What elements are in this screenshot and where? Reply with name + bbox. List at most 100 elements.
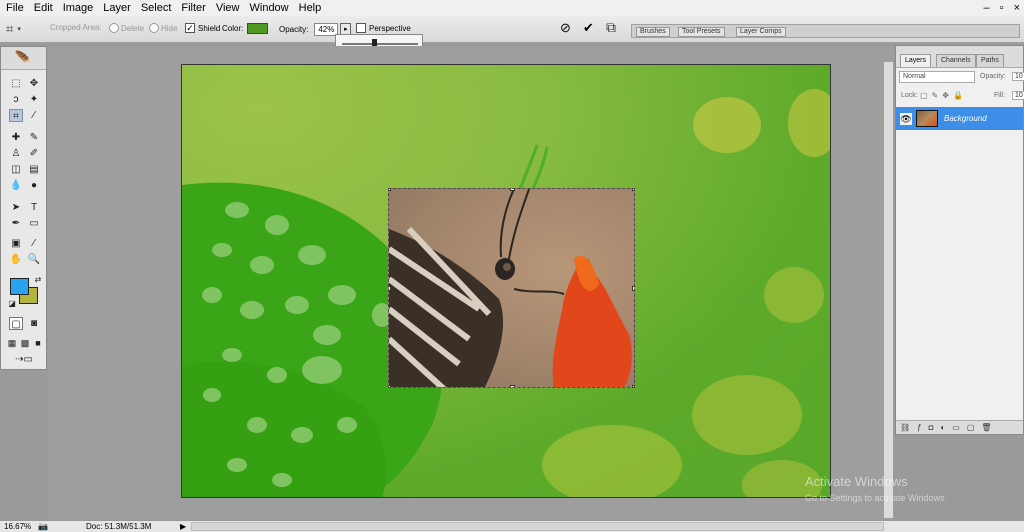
layers-panel-tabs: Layers Channels Paths xyxy=(896,46,1023,68)
tab-layers[interactable]: Layers xyxy=(900,54,932,67)
horizontal-scrollbar[interactable] xyxy=(191,522,884,531)
crop-selection[interactable] xyxy=(388,188,635,388)
well-tab-layer-comps[interactable]: Layer Comps xyxy=(736,27,786,37)
well-tab-tool-presets[interactable]: Tool Presets xyxy=(678,27,725,37)
marquee-tool-icon[interactable]: ⬚ xyxy=(9,77,23,90)
shield-label: Shield xyxy=(198,23,221,33)
lasso-tool-icon[interactable]: ↄ xyxy=(9,93,23,106)
menu-image[interactable]: Image xyxy=(58,0,99,16)
close-button[interactable]: × xyxy=(1014,0,1020,16)
tab-paths[interactable]: Paths xyxy=(976,54,1004,67)
move-tool-icon[interactable]: ✥ xyxy=(27,77,41,90)
history-brush-tool-icon[interactable]: ✐ xyxy=(27,147,41,160)
eyedropper-tool-icon[interactable]: ⁄ xyxy=(27,237,41,250)
hand-tool-icon[interactable]: ✋ xyxy=(9,253,23,266)
crop-handle-r[interactable] xyxy=(632,286,634,291)
vertical-scrollbar[interactable] xyxy=(884,62,893,518)
visibility-eye-icon[interactable]: 👁 xyxy=(900,113,912,125)
crop-tool-preset-icon[interactable]: ⌗ ▾ xyxy=(6,21,21,37)
status-menu-arrow-icon[interactable]: ▶ xyxy=(180,521,186,532)
restore-button[interactable]: ▫ xyxy=(1000,0,1004,16)
window-controls: – ▫ × xyxy=(984,0,1020,16)
new-group-icon[interactable]: ▭ xyxy=(952,423,960,432)
menu-help[interactable]: Help xyxy=(294,0,327,16)
fill-label: Fill: xyxy=(994,92,1005,99)
menu-filter[interactable]: Filter xyxy=(176,0,210,16)
menu-layer[interactable]: Layer xyxy=(98,0,136,16)
crop-handle-b[interactable] xyxy=(510,385,515,387)
default-colors-icon[interactable]: ◪ xyxy=(5,297,19,310)
crop-handle-bl[interactable] xyxy=(389,385,391,387)
screen-mode-full-menu-icon[interactable]: ▩ xyxy=(18,337,32,350)
delete-layer-icon[interactable]: 🗑 xyxy=(981,423,991,432)
layer-row-background[interactable]: 👁 Background xyxy=(896,107,1023,130)
adjustment-layer-icon[interactable]: ◐ xyxy=(940,423,945,432)
zoom-tool-icon[interactable]: 🔍 xyxy=(27,253,41,266)
standard-mode-icon[interactable]: ▢ xyxy=(9,317,23,330)
layer-mask-icon[interactable]: ◘ xyxy=(929,423,934,432)
crop-handle-l[interactable] xyxy=(389,286,391,291)
layer-style-icon[interactable]: ƒ xyxy=(917,423,921,432)
type-tool-icon[interactable]: T xyxy=(27,201,41,214)
menu-window[interactable]: Window xyxy=(245,0,294,16)
perspective-checkbox[interactable] xyxy=(356,23,366,33)
blend-mode-select[interactable]: Normal xyxy=(899,71,975,83)
zoom-level[interactable]: 16.67% xyxy=(4,521,31,532)
tab-channels[interactable]: Channels xyxy=(936,54,976,67)
cropped-area-label: Cropped Area: xyxy=(50,23,102,32)
delete-radio[interactable] xyxy=(109,23,119,33)
fill-field[interactable]: 10 xyxy=(1012,91,1024,100)
crop-handle-t[interactable] xyxy=(510,189,515,191)
link-layers-icon[interactable]: ⛓ xyxy=(900,423,910,432)
new-layer-icon[interactable]: ▢ xyxy=(967,423,975,432)
commit-crop-icon[interactable]: ✔ xyxy=(583,20,594,36)
hide-option[interactable]: Hide xyxy=(149,23,177,33)
perspective-option[interactable]: Perspective xyxy=(356,23,411,33)
layers-panel-footer: ⛓ ƒ ◘ ◐ ▭ ▢ 🗑 xyxy=(896,420,1023,434)
quick-mask-mode-icon[interactable]: ◙ xyxy=(27,317,41,330)
eraser-tool-icon[interactable]: ◫ xyxy=(9,163,23,176)
menu-edit[interactable]: Edit xyxy=(29,0,58,16)
slice-tool-icon[interactable]: ∕ xyxy=(27,109,41,122)
healing-brush-tool-icon[interactable]: ✚ xyxy=(9,131,23,144)
shield-color-swatch[interactable] xyxy=(247,23,269,34)
well-tab-brushes[interactable]: Brushes xyxy=(636,27,670,37)
lock-options-icons[interactable]: ▢✎✥🔒 xyxy=(920,91,967,100)
cancel-crop-icon[interactable]: ⊘ xyxy=(560,20,571,36)
menu-view[interactable]: View xyxy=(211,0,245,16)
crop-handle-tr[interactable] xyxy=(632,189,634,191)
shape-tool-icon[interactable]: ▭ xyxy=(27,217,41,230)
perspective-label: Perspective xyxy=(369,23,411,33)
delete-option[interactable]: Delete xyxy=(109,23,144,33)
brush-tool-icon[interactable]: ✎ xyxy=(27,131,41,144)
foreground-color-swatch[interactable] xyxy=(10,278,29,295)
blur-tool-icon[interactable]: 💧 xyxy=(9,179,23,192)
dodge-tool-icon[interactable]: ● xyxy=(27,179,41,192)
crop-handle-tl[interactable] xyxy=(389,189,391,191)
shield-checkbox[interactable]: ✓ xyxy=(185,23,195,33)
menu-select[interactable]: Select xyxy=(136,0,177,16)
crop-preview-artwork xyxy=(389,189,632,387)
gradient-tool-icon[interactable]: ▤ xyxy=(27,163,41,176)
jump-to-imageready-icon[interactable]: ⇢▭ xyxy=(11,353,37,366)
status-bar: 16.67% 📷 Doc: 51.3M/51.3M ▶ xyxy=(0,520,1024,532)
notes-tool-icon[interactable]: ▣ xyxy=(9,237,23,250)
path-selection-tool-icon[interactable]: ➤ xyxy=(9,201,23,214)
opacity-slider-track[interactable] xyxy=(342,43,418,45)
clone-stamp-tool-icon[interactable]: ♙ xyxy=(9,147,23,160)
file-browser-icon[interactable]: ⧉ xyxy=(606,19,616,36)
minimize-button[interactable]: – xyxy=(984,0,990,16)
menu-file[interactable]: File xyxy=(0,0,29,16)
hide-radio[interactable] xyxy=(149,23,159,33)
screen-mode-standard-icon[interactable]: ▦ xyxy=(5,337,19,350)
delete-label: Delete xyxy=(121,23,145,33)
magic-wand-tool-icon[interactable]: ✦ xyxy=(27,93,41,106)
color-label: Color: xyxy=(222,24,244,33)
layer-opacity-field[interactable]: 10 xyxy=(1012,72,1024,81)
shield-option[interactable]: ✓ Shield xyxy=(185,23,220,33)
crop-handle-br[interactable] xyxy=(632,385,634,387)
crop-tool-icon[interactable]: ⌗ xyxy=(9,109,23,122)
screen-mode-full-icon[interactable]: ■ xyxy=(31,337,45,350)
swap-colors-icon[interactable]: ⇄ xyxy=(31,273,45,286)
pen-tool-icon[interactable]: ✒ xyxy=(9,217,23,230)
